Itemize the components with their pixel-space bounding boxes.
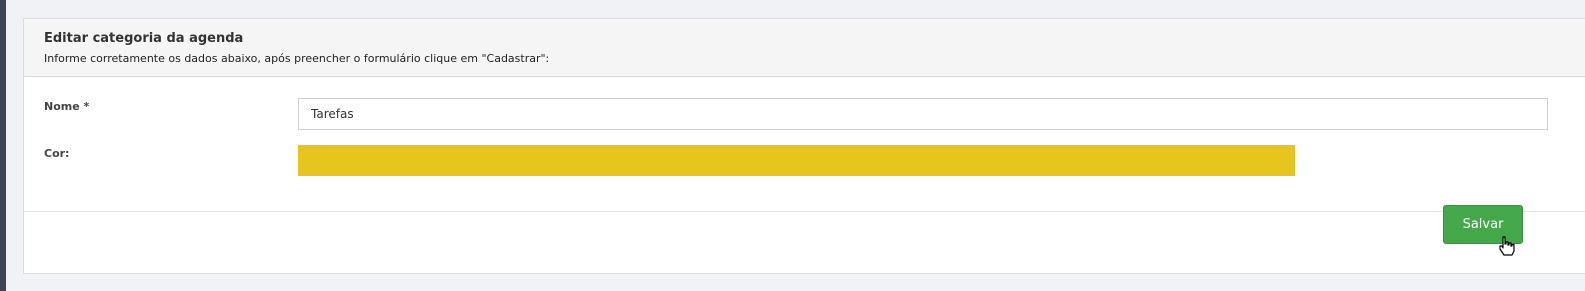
color-label: Cor: (44, 147, 70, 160)
color-picker-field[interactable] (298, 145, 1295, 176)
name-label: Nome * (44, 100, 90, 113)
page-title: Editar categoria da agenda (44, 31, 244, 46)
sidebar-edge (0, 0, 6, 291)
page-subtitle: Informe corretamente os dados abaixo, ap… (44, 52, 550, 65)
footer-divider (24, 211, 1585, 212)
name-input[interactable] (298, 98, 1548, 130)
edit-category-panel: Editar categoria da agenda Informe corre… (23, 18, 1585, 274)
panel-heading: Editar categoria da agenda Informe corre… (24, 19, 1585, 77)
save-button[interactable]: Salvar (1443, 205, 1523, 244)
